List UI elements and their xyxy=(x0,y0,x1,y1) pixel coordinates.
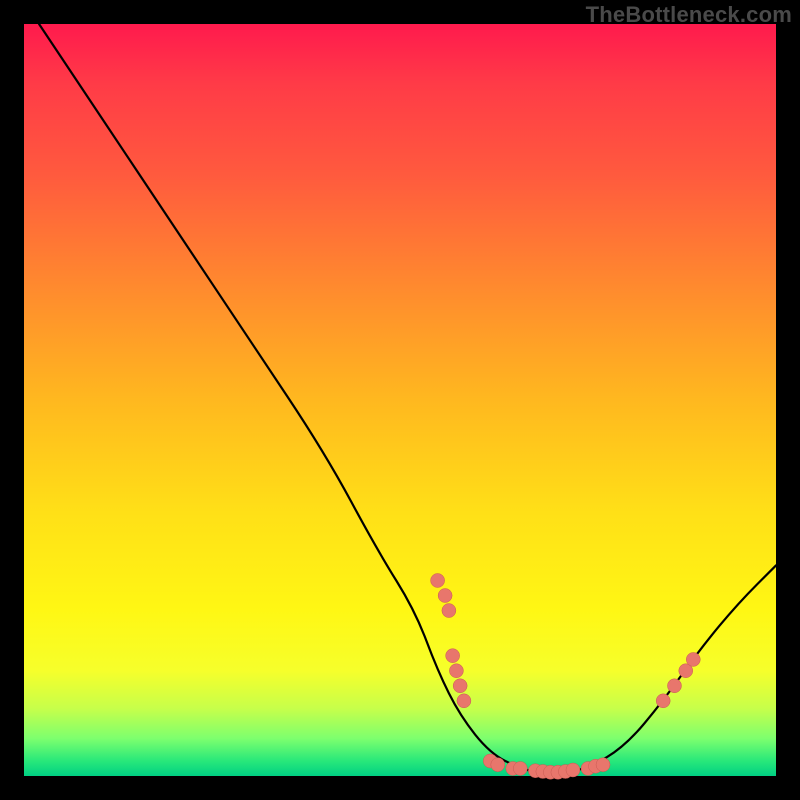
bottleneck-curve xyxy=(39,24,776,774)
curve-marker xyxy=(686,652,700,666)
curve-marker xyxy=(457,694,471,708)
curve-marker xyxy=(596,758,610,772)
curve-marker xyxy=(431,573,445,587)
curve-marker xyxy=(438,589,452,603)
curve-marker xyxy=(442,604,456,618)
curve-marker xyxy=(449,664,463,678)
curve-marker xyxy=(513,761,527,775)
curve-marker xyxy=(566,763,580,777)
chart-svg xyxy=(24,24,776,776)
curve-marker xyxy=(667,679,681,693)
curve-marker xyxy=(491,758,505,772)
curve-markers xyxy=(431,573,701,779)
chart-frame: TheBottleneck.com xyxy=(0,0,800,800)
curve-marker xyxy=(446,649,460,663)
curve-marker xyxy=(656,694,670,708)
chart-plot-area xyxy=(24,24,776,776)
curve-marker xyxy=(453,679,467,693)
